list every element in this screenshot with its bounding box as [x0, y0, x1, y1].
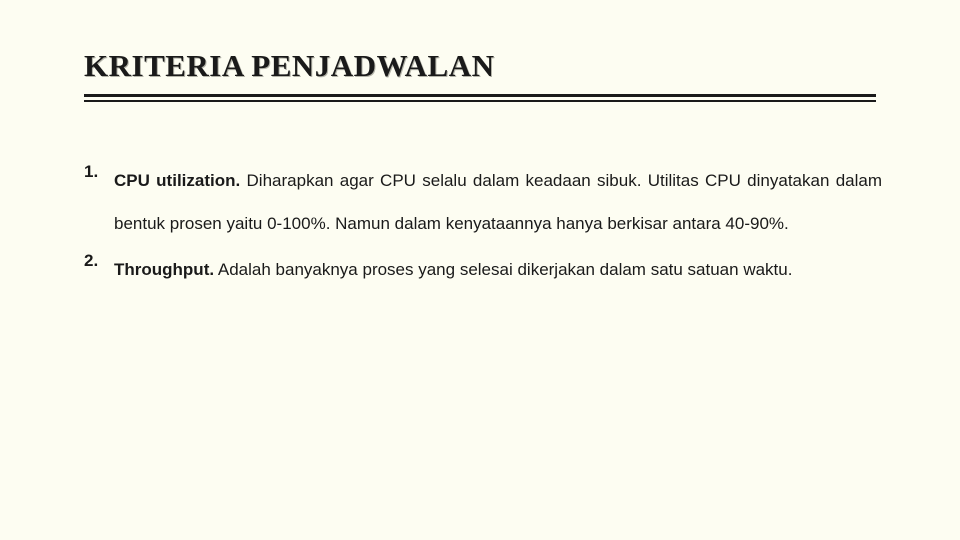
list-item-number: 1. [84, 162, 99, 181]
title-underline-top [84, 94, 876, 97]
list-item-lead: CPU utilization. [114, 171, 241, 190]
slide-body: 1. CPU utilization. Diharapkan agar CPU … [84, 160, 882, 296]
list-item: 2. Throughput. Adalah banyaknya proses y… [84, 249, 882, 292]
list-item-body: CPU utilization. Diharapkan agar CPU sel… [114, 160, 882, 245]
list-item-number: 2. [84, 251, 99, 270]
list-item: 1. CPU utilization. Diharapkan agar CPU … [84, 160, 882, 245]
list-item-body: Throughput. Adalah banyaknya proses yang… [114, 249, 882, 292]
list-item-lead: Throughput. [114, 260, 215, 279]
list-item-paragraph: CPU utilization. Diharapkan agar CPU sel… [114, 160, 882, 245]
slide: KRITERIA PENJADWALAN 1. CPU utilization.… [0, 0, 960, 540]
list-item-text: Adalah banyaknya proses yang selesai dik… [217, 260, 793, 279]
title-underline-bottom [84, 100, 876, 102]
list-item-paragraph: Throughput. Adalah banyaknya proses yang… [114, 249, 882, 292]
page-title: KRITERIA PENJADWALAN [84, 48, 495, 83]
